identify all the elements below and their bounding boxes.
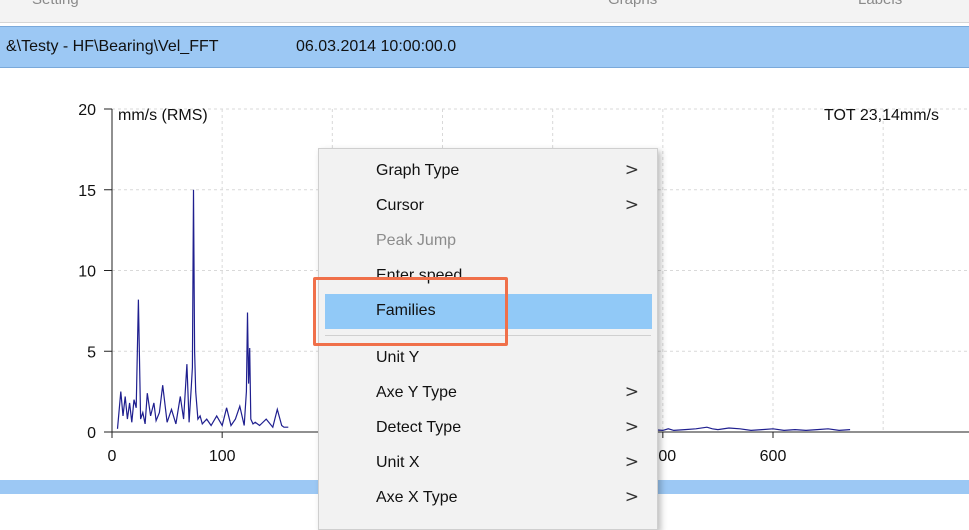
menu-item-peak-jump: Peak Jump — [319, 224, 657, 259]
menu-item-label: Axe X Type — [376, 489, 458, 506]
chevron-right-icon: > — [624, 417, 639, 437]
menu-item-label: Graph Type — [376, 162, 460, 179]
measurement-path: &\Testy - HF\Bearing\Vel_FFT — [6, 38, 219, 55]
menu-item-label: Unit Y — [376, 349, 420, 366]
chevron-right-icon: > — [624, 160, 639, 180]
x-tick-label: 0 — [108, 448, 117, 465]
menu-item-cursor[interactable]: Cursor > — [319, 189, 657, 224]
tab-setting[interactable]: Setting — [32, 0, 79, 8]
tab-labels[interactable]: Labels — [858, 0, 902, 8]
measurement-timestamp: 06.03.2014 10:00:00.0 — [296, 38, 457, 55]
chevron-right-icon: > — [624, 452, 639, 472]
y-tick-label: 5 — [87, 344, 96, 361]
menu-item-unit-x[interactable]: Unit X > — [319, 446, 657, 481]
x-tick-label: 100 — [209, 448, 236, 465]
y-tick-label: 0 — [87, 425, 96, 442]
x-tick-label: 600 — [760, 448, 787, 465]
highlight-annotation-box — [313, 277, 508, 346]
spectrum-line — [116, 189, 289, 429]
y-tick-label: 15 — [78, 183, 96, 200]
chevron-right-icon: > — [624, 195, 639, 215]
y-tick-label: 20 — [78, 102, 96, 119]
menu-item-label: Peak Jump — [376, 232, 457, 249]
chevron-right-icon: > — [624, 487, 639, 507]
menu-item-axe-y-type[interactable]: Axe Y Type > — [319, 376, 657, 411]
menu-item-label: Detect Type — [376, 419, 462, 436]
chart-title-bar: &\Testy - HF\Bearing\Vel_FFT 06.03.2014 … — [0, 26, 969, 68]
menu-item-unit-y[interactable]: Unit Y — [319, 341, 657, 376]
menu-item-label: Cursor — [376, 197, 425, 214]
chevron-right-icon: > — [624, 382, 639, 402]
tab-graphs[interactable]: Graphs — [608, 0, 657, 8]
y-tick-label: 10 — [78, 264, 96, 281]
y-unit-label: mm/s (RMS) — [118, 107, 208, 124]
total-value-label: TOT 23,14mm/s — [824, 107, 939, 124]
menu-item-label: Axe Y Type — [376, 384, 457, 401]
menu-item-detect-type[interactable]: Detect Type > — [319, 411, 657, 446]
menu-item-axe-x-type[interactable]: Axe X Type > — [319, 481, 657, 516]
menu-item-graph-type[interactable]: Graph Type > — [319, 154, 657, 189]
header-tab-strip: Setting Graphs Labels — [0, 0, 969, 23]
menu-item-label: Unit X — [376, 454, 420, 471]
